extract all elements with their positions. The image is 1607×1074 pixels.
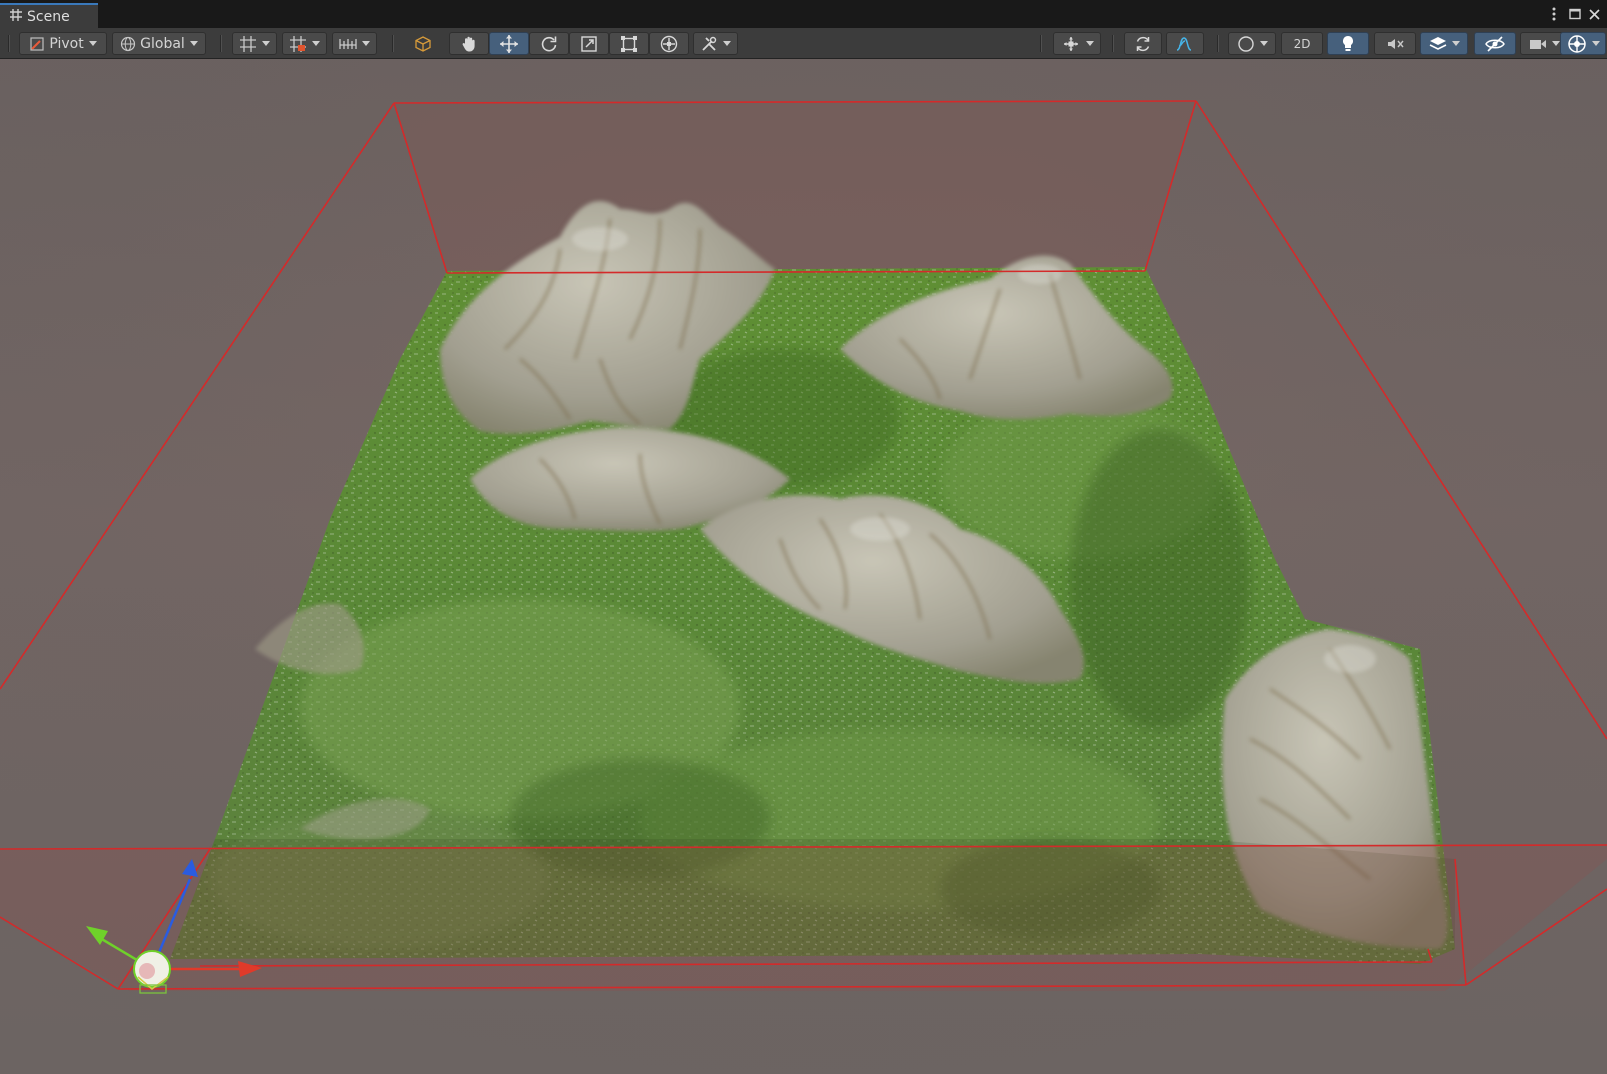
more-vertical-icon[interactable] [1545,4,1563,24]
chevron-down-icon [1451,41,1460,46]
draw-mode-cube-button[interactable] [408,32,438,55]
chevron-down-icon [189,41,198,46]
grid-toggle-icon [289,35,307,53]
chevron-down-icon [312,41,320,46]
transform-tool-button[interactable] [649,32,689,55]
custom-editor-tool-icon [700,35,718,53]
maximize-icon[interactable] [1566,4,1584,24]
scene-render [0,59,1607,1074]
pivot-label: Pivot [49,35,84,52]
chevron-down-icon [362,41,370,46]
curve-icon [1175,35,1195,53]
move-tool-button[interactable] [489,32,529,55]
chevron-down-icon [1551,41,1560,46]
toolbar-separator [1040,35,1042,52]
custom-tool-dropdown[interactable] [693,32,738,55]
gizmos-dropdown[interactable] [1560,32,1606,55]
gizmos-globe-icon [1567,34,1587,54]
pivot-dropdown[interactable]: Pivot [19,32,107,55]
audio-muted-icon [1386,36,1404,52]
pivot-icon [29,36,45,52]
chevron-down-icon [1591,41,1600,46]
tab-scene-label: Scene [27,8,70,25]
toolbar-separator [1112,35,1114,52]
increment-snap-button[interactable] [332,32,377,55]
move-tool-icon [499,34,519,54]
scene-viewport[interactable] [0,59,1607,1074]
audio-toggle[interactable] [1374,32,1416,55]
rotate-tool-button[interactable] [529,32,569,55]
refresh-icon [1134,35,1152,53]
global-label: Global [140,35,185,52]
tab-scene[interactable]: Scene [0,3,98,28]
lighting-toggle[interactable] [1327,32,1369,55]
move-handles-icon [1061,36,1081,52]
toolbar-separator [220,35,222,52]
shading-mode-dropdown[interactable] [1228,32,1276,55]
eye-slash-icon [1485,35,1505,52]
window-tab-strip: Scene [0,0,1607,28]
chevron-down-icon [1085,41,1094,46]
close-icon[interactable] [1585,4,1603,24]
2d-mode-label: 2D [1293,36,1311,51]
lightbulb-icon [1341,35,1355,53]
grid-visibility-button[interactable] [282,32,327,55]
ruler-icon [339,37,357,51]
scale-tool-button[interactable] [569,32,609,55]
grid-snapping-button[interactable] [232,32,277,55]
tool-handle-dropdown[interactable] [1053,32,1101,55]
chevron-down-icon [88,41,97,46]
hidden-objects-toggle[interactable] [1474,32,1516,55]
scale-tool-icon [580,35,598,53]
cube-icon [414,35,432,53]
view-tool-button[interactable] [449,32,489,55]
view-tool-hand-icon [460,35,478,53]
globe-icon [120,36,136,52]
rotate-tool-icon [540,35,558,53]
rect-tool-button[interactable] [609,32,649,55]
shading-sphere-icon [1237,35,1255,53]
refresh-button[interactable] [1124,32,1162,55]
chevron-down-icon [723,41,731,46]
chevron-down-icon [1259,41,1268,46]
layers-effects-icon [1429,35,1447,53]
toolbar-separator [1217,35,1219,52]
2d-mode-toggle[interactable]: 2D [1281,32,1323,55]
gizmo-curve-button[interactable] [1166,32,1204,55]
chevron-down-icon [262,41,270,46]
scene-grid-icon [10,8,22,25]
rect-tool-icon [620,35,638,53]
camera-icon [1529,37,1547,51]
scene-toolbar: Pivot Global 2D [0,28,1607,59]
transform-tool-icon [659,34,679,54]
toolbar-separator [392,35,394,52]
global-dropdown[interactable]: Global [112,32,206,55]
effects-dropdown[interactable] [1420,32,1468,55]
toolbar-separator [8,35,10,52]
grid-snap-icon [239,35,257,53]
bounds-back-face [394,101,1196,273]
